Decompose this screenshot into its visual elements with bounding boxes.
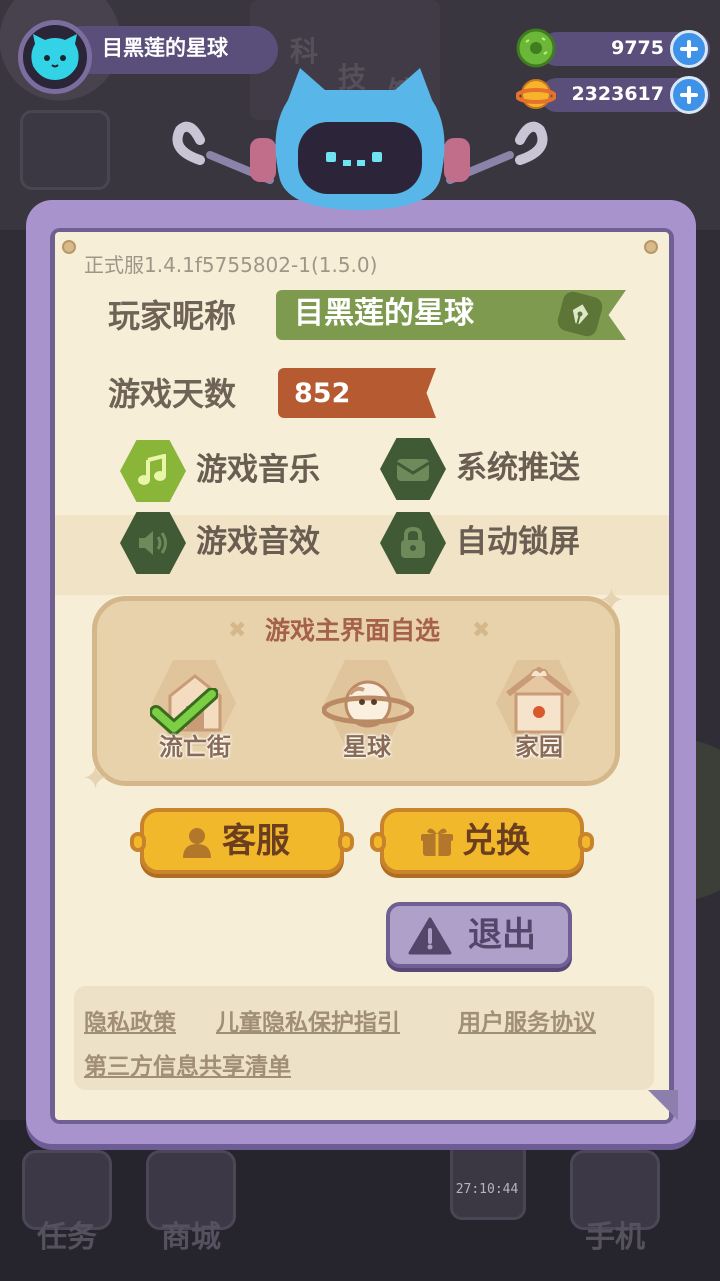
- toggle-autolock-switch[interactable]: [380, 512, 446, 574]
- button-knob: [130, 832, 146, 852]
- logout-button[interactable]: 退出: [386, 902, 572, 968]
- home-house-icon: [506, 667, 572, 734]
- redeem-button[interactable]: 兑换: [370, 808, 594, 874]
- planet-icon: [322, 680, 414, 728]
- toggle-music[interactable]: 游戏音乐: [120, 440, 360, 502]
- background-tile: [20, 110, 110, 190]
- gift-icon: [421, 828, 453, 856]
- theme-option-planet[interactable]: 星球: [312, 660, 422, 770]
- sparkle-icon: ✦: [82, 759, 109, 797]
- toggle-sound-switch[interactable]: [120, 512, 186, 574]
- logout-label: 退出: [468, 915, 536, 955]
- plus-icon: [680, 86, 698, 104]
- star-ornament-icon: ✖: [472, 618, 491, 643]
- nav-phone[interactable]: 手机: [560, 1150, 670, 1270]
- nav-phone-label: 手机: [585, 1220, 645, 1255]
- toggle-push-label: 系统推送: [456, 450, 580, 486]
- nav-shop-label: 商城: [161, 1220, 221, 1255]
- toggle-autolock[interactable]: 自动锁屏: [380, 512, 620, 574]
- theme-option-label: 流亡街: [159, 733, 231, 761]
- theme-option-home[interactable]: 家园: [484, 660, 594, 770]
- nickname-label: 玩家昵称: [108, 297, 237, 335]
- button-knob: [338, 832, 354, 852]
- link-privacy-policy[interactable]: 隐私政策: [84, 1008, 176, 1038]
- paper-fold-corner: [648, 1090, 678, 1120]
- theme-option-street[interactable]: 流亡街: [140, 660, 250, 770]
- button-knob: [578, 832, 594, 852]
- nickname-value: 目黑莲的星球: [294, 296, 474, 331]
- pin-icon: [644, 240, 658, 254]
- star-ornament-icon: ✖: [228, 618, 247, 643]
- button-knob: [370, 832, 386, 852]
- player-avatar[interactable]: [18, 20, 92, 94]
- version-text: 正式服1.4.1f5755802-1(1.5.0): [84, 253, 378, 277]
- link-user-agreement[interactable]: 用户服务协议: [458, 1008, 596, 1038]
- customer-service-button[interactable]: 客服: [130, 808, 354, 874]
- add-planet-coin-button[interactable]: [670, 76, 708, 114]
- link-child-privacy[interactable]: 儿童隐私保护指引: [216, 1008, 400, 1038]
- user-silhouette-icon: [183, 828, 211, 858]
- toggle-sound-label: 游戏音效: [196, 524, 320, 560]
- warning-triangle-icon: [408, 917, 452, 955]
- theme-selector-title: 游戏主界面自选: [265, 616, 441, 645]
- plus-icon: [680, 40, 698, 58]
- speaker-icon: [139, 531, 167, 555]
- robot-cat-mascot: [172, 68, 548, 210]
- toggle-autolock-label: 自动锁屏: [456, 524, 580, 560]
- toggle-sound[interactable]: 游戏音效: [120, 512, 360, 574]
- toggle-music-switch[interactable]: [120, 440, 186, 502]
- cat-face-icon: [31, 34, 79, 80]
- link-third-party-sharing[interactable]: 第三方信息共享清单: [84, 1052, 291, 1082]
- customer-service-label: 客服: [222, 821, 290, 861]
- theme-option-label: 家园: [515, 733, 563, 761]
- player-name: 目黑莲的星球: [102, 36, 228, 60]
- music-note-icon: [138, 454, 166, 485]
- toggle-push-switch[interactable]: [380, 438, 446, 500]
- donut-coin-value: 9775: [611, 37, 664, 59]
- nav-shop[interactable]: 商城: [136, 1150, 246, 1270]
- days-value: 852: [294, 378, 351, 409]
- pen-nib-icon: [572, 304, 589, 325]
- planet-coin-value: 2323617: [571, 83, 664, 105]
- envelope-icon: [396, 459, 430, 481]
- lock-icon: [401, 526, 425, 558]
- background-timer: 27:10:44: [455, 1182, 519, 1197]
- sparkle-icon: ✦: [598, 581, 625, 619]
- selected-check-icon: [150, 688, 218, 735]
- toggle-music-label: 游戏音乐: [196, 452, 320, 488]
- days-label: 游戏天数: [108, 375, 237, 413]
- pin-icon: [62, 240, 76, 254]
- toggle-push[interactable]: 系统推送: [380, 438, 620, 500]
- theme-option-label: 星球: [343, 733, 391, 761]
- add-donut-coin-button[interactable]: [670, 30, 708, 68]
- nav-tasks-label: 任务: [37, 1220, 97, 1255]
- redeem-label: 兑换: [462, 821, 530, 861]
- nav-tasks[interactable]: 任务: [12, 1150, 122, 1270]
